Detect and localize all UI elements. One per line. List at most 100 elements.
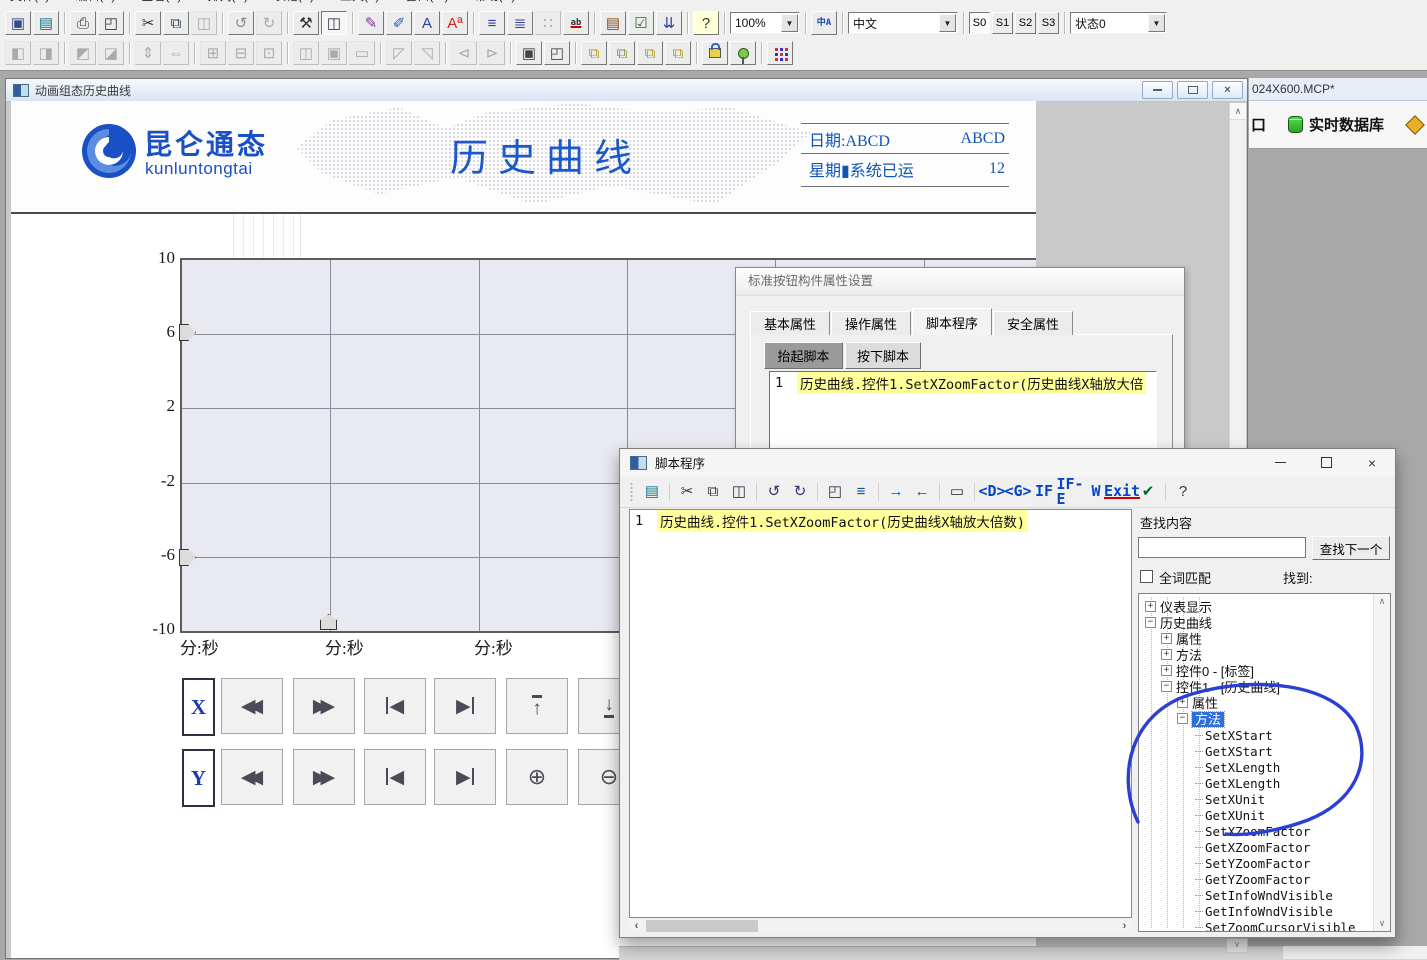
zoom-combo-dropdown-icon[interactable]: ▼ xyxy=(781,14,798,32)
flip-horizontal-button[interactable]: ⊲ xyxy=(451,41,477,65)
state-button-s2[interactable]: S2 xyxy=(1015,12,1036,34)
animation-brush-button[interactable]: ✎ xyxy=(358,11,384,35)
rotate-left-button[interactable]: ◸ xyxy=(386,41,412,65)
cut-button[interactable]: ✂ xyxy=(674,479,700,504)
y-skip-end-button[interactable]: ▶ xyxy=(434,749,496,805)
align-right-button[interactable]: ◨ xyxy=(33,41,59,65)
text-align-2-button[interactable]: ≣ xyxy=(507,11,533,35)
copy-button[interactable]: ⧉ xyxy=(163,11,189,35)
x-to-top-button[interactable]: ↑ xyxy=(506,678,568,734)
properties-form-button[interactable]: ▤ xyxy=(600,11,626,35)
ungroup-button[interactable]: ◰ xyxy=(544,41,570,65)
send-to-back-button[interactable]: ⧉ xyxy=(609,41,635,65)
attribute-brush-button[interactable]: ✐ xyxy=(386,11,412,35)
dialog-titlebar[interactable]: 标准按钮构件属性设置 xyxy=(736,268,1184,296)
redo-button[interactable]: ↻ xyxy=(256,11,282,35)
font-box-button[interactable]: A xyxy=(414,11,440,35)
tree-item[interactable]: GetXStart xyxy=(1139,743,1373,759)
syntax-check-button[interactable]: ✔ xyxy=(1135,479,1161,504)
status-combo-dropdown-icon[interactable]: ▼ xyxy=(1148,14,1165,32)
tree-expander-icon[interactable]: + xyxy=(1161,633,1172,644)
state-button-s3[interactable]: S3 xyxy=(1038,12,1059,34)
pin-button[interactable] xyxy=(730,41,756,65)
tree-item[interactable]: GetXUnit xyxy=(1139,807,1373,823)
spell-check-button[interactable]: ab xyxy=(563,11,589,35)
tree-item[interactable]: GetXZoomFactor xyxy=(1139,839,1373,855)
center-horizontal-button[interactable]: ⊟ xyxy=(228,41,254,65)
tree-item[interactable]: SetXStart xyxy=(1139,727,1373,743)
align-top-button[interactable]: ◩ xyxy=(70,41,96,65)
insert-data-button[interactable]: <D> xyxy=(979,479,1005,504)
print-preview-button[interactable]: ◰ xyxy=(98,11,124,35)
tree-scrollbar[interactable]: ∧ ∨ xyxy=(1373,594,1390,931)
restore-button[interactable] xyxy=(1177,81,1208,99)
menu-item[interactable]: 编辑(E) xyxy=(75,0,115,4)
tree-item[interactable]: SetYZoomFactor xyxy=(1139,855,1373,871)
menu-item[interactable]: 排列(D) xyxy=(207,0,248,4)
y-fast-backward-button[interactable]: ◀◀ xyxy=(221,749,283,805)
send-backward-button[interactable]: ⧉ xyxy=(665,41,691,65)
save-button[interactable]: ▤ xyxy=(33,11,59,35)
scroll-up-icon[interactable]: ∧ xyxy=(1230,103,1246,120)
paste-button[interactable]: ◫ xyxy=(191,11,217,35)
menu-item[interactable]: 文件(F) xyxy=(10,0,49,4)
scroll-left-icon[interactable]: ‹ xyxy=(629,920,644,932)
indent-right-button[interactable]: → xyxy=(883,479,909,504)
tree-expander-icon[interactable]: − xyxy=(1145,617,1156,628)
minimize-button[interactable] xyxy=(1142,81,1173,99)
exit-button[interactable]: Exit xyxy=(1109,479,1135,504)
menu-item[interactable]: 工具(T) xyxy=(340,0,379,4)
x-skip-end-button[interactable]: ▶ xyxy=(434,678,496,734)
scroll-right-icon[interactable]: › xyxy=(1117,920,1132,932)
print-button[interactable]: ⎙ xyxy=(70,11,96,35)
y-zoom-in-button[interactable]: ⊕ xyxy=(506,749,568,805)
language-combo-dropdown-icon[interactable]: ▼ xyxy=(939,14,956,32)
if-else-button[interactable]: IF-E xyxy=(1057,479,1083,504)
rotate-right-button[interactable]: ◹ xyxy=(414,41,440,65)
tree-item[interactable]: −控件1 - [历史曲线] xyxy=(1139,679,1373,695)
press-script-button[interactable]: 按下脚本 xyxy=(845,342,921,369)
paste-button[interactable]: ◫ xyxy=(726,479,752,504)
tree-item[interactable]: +属性 xyxy=(1139,695,1373,711)
bring-to-front-button[interactable]: ⧉ xyxy=(581,41,607,65)
tree-expander-icon[interactable]: − xyxy=(1161,681,1172,692)
color-dots-button[interactable] xyxy=(767,41,793,65)
tree-item[interactable]: SetInfoWndVisible xyxy=(1139,887,1373,903)
close-button[interactable]: × xyxy=(1349,449,1395,476)
scroll-up-icon[interactable]: ∧ xyxy=(1374,594,1390,609)
workbench-tab-partial[interactable]: 口 xyxy=(1249,114,1272,135)
tree-item[interactable]: +控件0 - [标签] xyxy=(1139,663,1373,679)
same-size-button[interactable]: ⊞ xyxy=(200,41,226,65)
insert-global-button[interactable]: <G> xyxy=(1005,479,1031,504)
language-combo[interactable]: 中文▼ xyxy=(848,12,958,34)
tree-item[interactable]: +属性 xyxy=(1139,631,1373,647)
group-button[interactable]: ▣ xyxy=(516,41,542,65)
comment-button[interactable]: ▭ xyxy=(944,479,970,504)
code-editor[interactable]: 1 历史曲线.控件1.SetXZoomFactor(历史曲线X轴放大倍数) xyxy=(629,509,1132,918)
tree-expander-icon[interactable]: + xyxy=(1161,649,1172,660)
tree-item[interactable]: −历史曲线 xyxy=(1139,615,1373,631)
state-button-s1[interactable]: S1 xyxy=(992,12,1013,34)
window-titlebar[interactable]: 动画组态历史曲线 × xyxy=(6,79,1247,102)
language-font-button[interactable]: 中A xyxy=(811,11,837,35)
tools-button[interactable]: ⚒ xyxy=(293,11,319,35)
bring-forward-button[interactable]: ⧉ xyxy=(637,41,663,65)
raise-script-button[interactable]: 抬起脚本 xyxy=(764,342,843,369)
lock-button[interactable] xyxy=(702,41,728,65)
tab-basic-properties[interactable]: 基本属性 xyxy=(750,311,830,335)
x-fast-forward-button[interactable]: ▶▶ xyxy=(293,678,355,734)
grid-dots-button[interactable]: ∷ xyxy=(535,11,561,35)
tree-item[interactable]: GetYZoomFactor xyxy=(1139,871,1373,887)
tree-item[interactable]: −方法 xyxy=(1139,711,1373,727)
format-code-button[interactable]: ≡ xyxy=(848,479,874,504)
minimize-button[interactable] xyxy=(1257,449,1303,476)
find-preview-button[interactable]: ◰ xyxy=(822,479,848,504)
horizontal-scrollbar[interactable]: ‹ › xyxy=(629,919,1132,933)
tree-item[interactable]: SetZoomCursorVisible xyxy=(1139,919,1373,932)
tree-expander-icon[interactable]: − xyxy=(1177,713,1188,724)
tab-script-program[interactable]: 脚本程序 xyxy=(912,308,992,335)
center-vertical-button[interactable]: ⊡ xyxy=(256,41,282,65)
whole-word-checkbox[interactable] xyxy=(1140,570,1153,583)
help-button[interactable]: ? xyxy=(1170,479,1196,504)
menu-item[interactable]: 窗口(W) xyxy=(405,0,448,4)
